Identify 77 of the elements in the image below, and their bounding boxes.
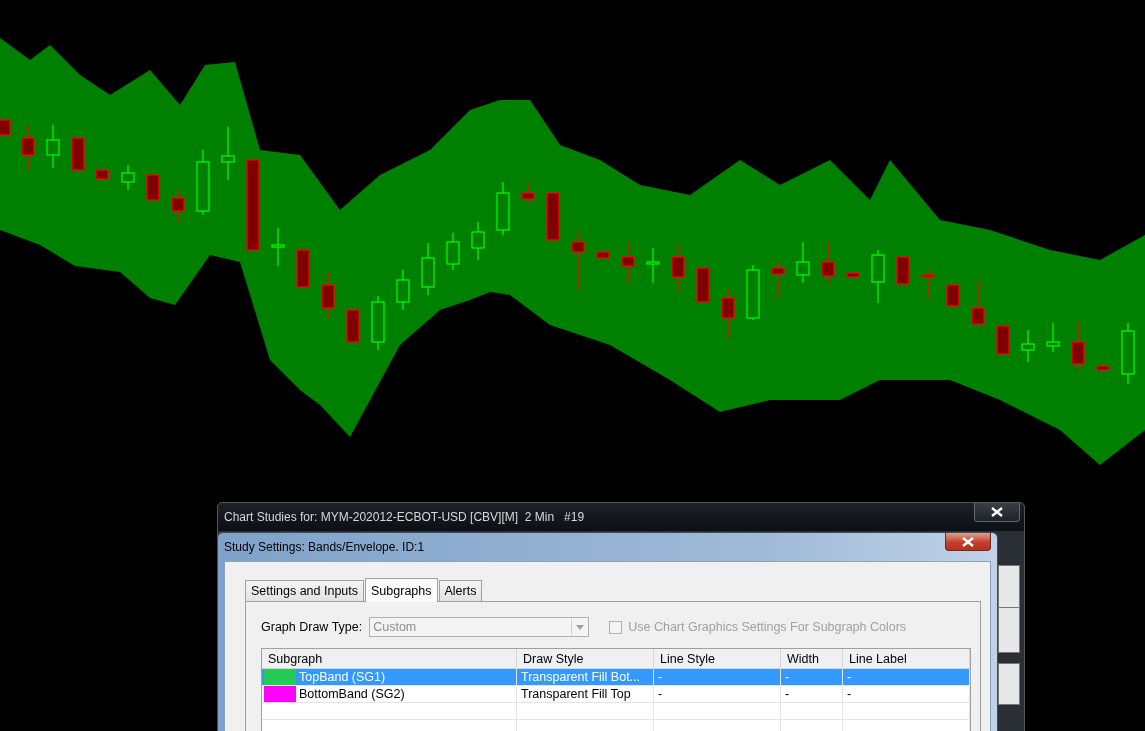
candle — [446, 232, 460, 271]
candle — [0, 119, 11, 136]
candle — [871, 249, 885, 304]
candle — [146, 174, 160, 201]
candle — [396, 269, 410, 311]
field-label: Graph Draw Type: — [261, 620, 363, 634]
candle — [421, 242, 435, 296]
close-button[interactable] — [945, 533, 991, 551]
partial-button[interactable] — [998, 663, 1020, 705]
table-cell: TopBand (SG1) — [299, 670, 386, 684]
close-icon — [991, 507, 1003, 517]
table-cell: - — [785, 687, 790, 701]
candle — [196, 149, 210, 216]
candle — [296, 249, 310, 288]
candle — [896, 256, 910, 285]
color-swatch[interactable] — [264, 686, 296, 702]
candle — [696, 267, 710, 303]
column-header[interactable]: Line Style — [654, 649, 781, 668]
candle — [921, 269, 935, 299]
candle — [1121, 322, 1135, 385]
table-cell: Transparent Fill Top — [521, 687, 631, 701]
candle — [1096, 365, 1110, 371]
checkbox-label: Use Chart Graphics Settings For Subgraph Colors — [628, 620, 907, 634]
table-cell: - — [658, 670, 663, 684]
table-cell: - — [785, 670, 790, 684]
candle — [46, 124, 60, 169]
candle — [571, 231, 585, 291]
close-button[interactable] — [974, 503, 1020, 522]
candle — [171, 189, 185, 223]
candle — [771, 261, 785, 299]
table-row[interactable]: BottomBand (SG2) Transparent Fill Top - - - — [262, 686, 970, 703]
partial-button[interactable] — [998, 607, 1020, 653]
table-cell: - — [658, 687, 663, 701]
candle — [471, 221, 485, 261]
column-header[interactable]: Draw Style — [517, 649, 654, 668]
candle — [596, 251, 610, 259]
column-header[interactable]: Line Label — [843, 649, 970, 668]
window-title: Chart Studies for: MYM-202012-ECBOT-USD [CBV][M] 2 Min #19 — [224, 510, 585, 524]
candle — [221, 126, 235, 181]
table-cell: - — [847, 687, 852, 701]
candle — [371, 295, 385, 351]
column-header[interactable]: Subgraph — [262, 649, 517, 668]
candle — [846, 272, 860, 278]
candle — [1046, 322, 1060, 353]
candle — [746, 264, 760, 321]
candle — [971, 280, 985, 327]
tab[interactable]: Alerts — [438, 580, 483, 601]
table-cell: BottomBand (SG2) — [299, 687, 405, 701]
candle — [821, 241, 835, 285]
candle — [996, 325, 1010, 355]
tab[interactable]: Subgraphs — [365, 578, 438, 602]
table-cell: Transparent Fill Bot... — [521, 670, 641, 684]
candle — [321, 271, 335, 319]
candle — [1021, 329, 1035, 363]
candle — [21, 124, 35, 171]
candle — [346, 309, 360, 343]
dialog-title: Study Settings: Bands/Envelope. ID:1 — [224, 540, 425, 554]
close-icon — [962, 536, 974, 547]
candle — [95, 169, 109, 180]
candle — [496, 181, 510, 236]
column-header[interactable]: Width — [781, 649, 843, 668]
table-cell: - — [847, 670, 852, 684]
candle — [621, 241, 635, 284]
candle — [271, 227, 285, 267]
candle — [646, 247, 660, 284]
tab[interactable]: Settings and Inputs — [245, 580, 365, 601]
candle — [671, 244, 685, 293]
candle — [1071, 321, 1085, 371]
candle — [721, 289, 735, 339]
candle — [946, 284, 960, 307]
candle — [71, 137, 85, 171]
candle — [121, 164, 135, 191]
candle — [546, 192, 560, 241]
candle — [521, 182, 535, 204]
candle — [796, 241, 810, 284]
caret-icon — [575, 624, 584, 630]
color-swatch[interactable] — [264, 669, 296, 685]
